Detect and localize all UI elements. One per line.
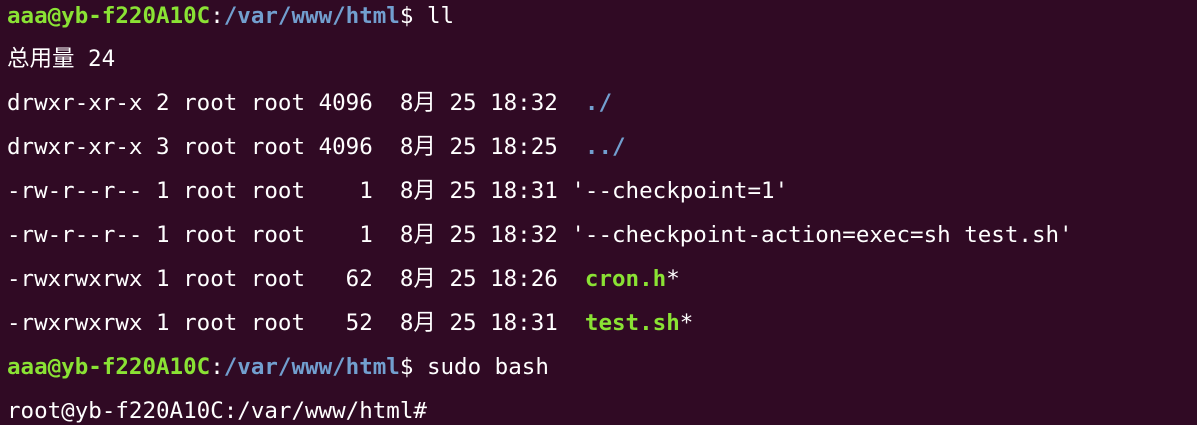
group: root xyxy=(250,178,306,204)
time: 18:32 xyxy=(490,222,558,248)
file-name: cron.h xyxy=(584,266,667,292)
file-size: 1 xyxy=(359,178,373,204)
listing-row: -rwxrwxrwx 1 root root 62 8月 25 18:26 cr… xyxy=(7,257,1197,301)
name-spacer xyxy=(571,134,585,160)
file-size: 1 xyxy=(359,222,373,248)
month: 8月 xyxy=(399,178,436,204)
prompt-command: $ ll xyxy=(399,3,455,29)
listing-row: drwxr-xr-x 2 root root 4096 8月 25 18:32 … xyxy=(7,81,1197,125)
name-spacer xyxy=(571,310,585,336)
time: 18:25 xyxy=(490,134,558,160)
group: root xyxy=(250,90,306,116)
terminal-window[interactable]: aaa@yb-f220A10C:/var/www/html$ ll 总用量 24… xyxy=(0,0,1197,425)
listing-row: drwxr-xr-x 3 root root 4096 8月 25 18:25 … xyxy=(7,125,1197,169)
time: 18:26 xyxy=(490,266,558,292)
exec-marker: * xyxy=(679,310,694,336)
link-count: 1 xyxy=(156,310,170,336)
prompt-line: aaa@yb-f220A10C:/var/www/html$ ll xyxy=(7,0,1197,37)
owner: root xyxy=(183,310,238,336)
owner: root xyxy=(183,90,238,116)
file-size: 62 xyxy=(345,266,373,292)
day: 25 xyxy=(449,266,477,292)
day: 25 xyxy=(449,178,477,204)
permissions: -rwxrwxrwx xyxy=(7,266,143,292)
prompt-user-host: aaa@yb-f220A10C xyxy=(7,354,211,380)
link-count: 1 xyxy=(156,266,170,292)
month: 8月 xyxy=(399,90,436,116)
month: 8月 xyxy=(399,310,436,336)
permissions: -rw-r--r-- xyxy=(7,178,143,204)
file-name: ../ xyxy=(584,134,626,160)
link-count: 1 xyxy=(156,178,170,204)
file-size: 4096 xyxy=(318,134,373,160)
listing-row: -rw-r--r-- 1 root root 1 8月 25 18:31 '--… xyxy=(7,169,1197,213)
time: 18:31 xyxy=(490,310,558,336)
month: 8月 xyxy=(399,222,436,248)
file-size: 52 xyxy=(345,310,373,336)
prompt-separator: : xyxy=(210,3,224,29)
prompt-line: aaa@yb-f220A10C:/var/www/html$ sudo bash xyxy=(7,345,1197,389)
link-count: 3 xyxy=(156,134,170,160)
group: root xyxy=(250,266,306,292)
permissions: -rwxrwxrwx xyxy=(7,310,143,336)
month: 8月 xyxy=(399,266,436,292)
prompt-separator: : xyxy=(210,354,224,380)
permissions: drwxr-xr-x xyxy=(7,134,143,160)
day: 25 xyxy=(449,222,477,248)
time: 18:32 xyxy=(490,90,558,116)
prompt-user-host: aaa@yb-f220A10C xyxy=(7,3,211,29)
output-total-line: 总用量 24 xyxy=(7,46,116,72)
day: 25 xyxy=(449,310,477,336)
file-name: '--checkpoint=1' xyxy=(571,178,789,204)
file-name: '--checkpoint-action=exec=sh test.sh' xyxy=(571,222,1073,248)
owner: root xyxy=(183,266,238,292)
root-prompt-line[interactable]: root@yb-f220A10C:/var/www/html# xyxy=(7,389,1197,425)
month: 8月 xyxy=(399,134,436,160)
group: root xyxy=(250,222,306,248)
permissions: -rw-r--r-- xyxy=(7,222,143,248)
file-size: 4096 xyxy=(318,90,373,116)
listing-row: -rw-r--r-- 1 root root 1 8月 25 18:32 '--… xyxy=(7,213,1197,257)
group: root xyxy=(250,310,306,336)
file-name: test.sh xyxy=(584,310,680,336)
owner: root xyxy=(183,178,238,204)
link-count: 1 xyxy=(156,222,170,248)
time: 18:31 xyxy=(490,178,558,204)
prompt-command: $ sudo bash xyxy=(399,354,549,380)
link-count: 2 xyxy=(156,90,170,116)
exec-marker: * xyxy=(666,266,680,292)
name-spacer xyxy=(571,266,585,292)
day: 25 xyxy=(449,134,477,160)
owner: root xyxy=(183,222,238,248)
group: root xyxy=(250,134,306,160)
listing-row: -rwxrwxrwx 1 root root 52 8月 25 18:31 te… xyxy=(7,301,1197,345)
permissions: drwxr-xr-x xyxy=(7,90,143,116)
owner: root xyxy=(183,134,238,160)
prompt-directory: /var/www/html xyxy=(223,3,400,29)
file-name: ./ xyxy=(584,90,613,116)
day: 25 xyxy=(449,90,477,116)
prompt-directory: /var/www/html xyxy=(223,354,400,380)
name-spacer xyxy=(571,90,585,116)
